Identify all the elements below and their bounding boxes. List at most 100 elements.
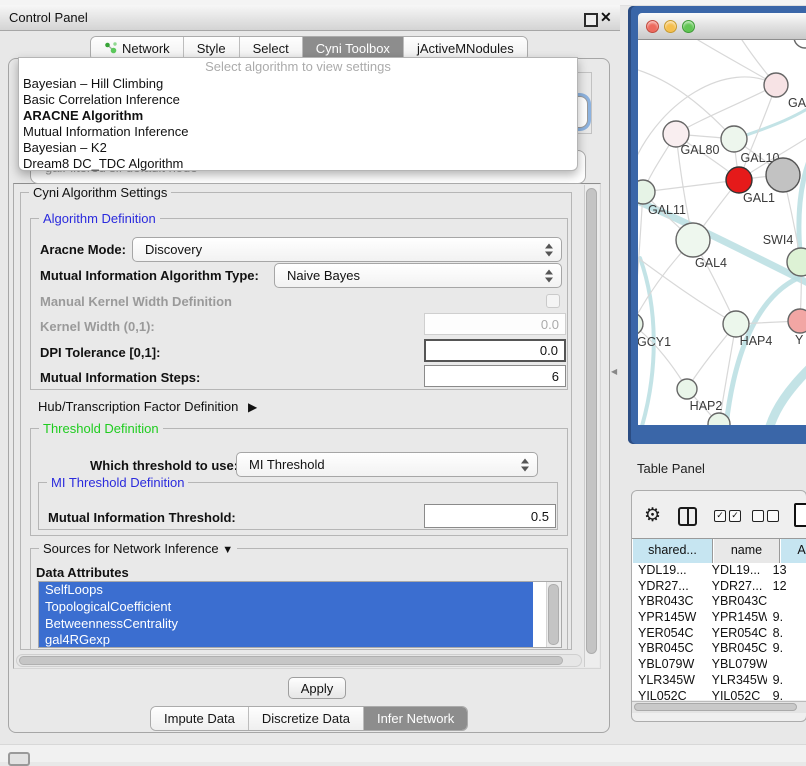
- table-cell: YLR345W: [706, 673, 767, 689]
- expanded-arrow-icon[interactable]: ▼: [222, 544, 233, 556]
- algorithm-option[interactable]: Bayesian – K2: [19, 140, 577, 156]
- unchecked-checkbox-icon[interactable]: [752, 510, 764, 522]
- which-threshold-label: Which threshold to use:: [90, 458, 238, 473]
- network-canvas[interactable]: GALGAL80GAL10GAL1GAL11GAL4SWI4GCY1HAP4YH…: [638, 40, 806, 425]
- minimized-panel-icon[interactable]: [8, 752, 30, 766]
- network-edge: [643, 180, 739, 192]
- table-cell: 9.: [767, 673, 806, 689]
- sources-group-title[interactable]: Sources for Network Inference ▼: [39, 541, 237, 556]
- network-node-y[interactable]: [788, 309, 806, 333]
- columns-icon[interactable]: [678, 507, 697, 526]
- kernel-width-label: Kernel Width (0,1):: [40, 319, 155, 334]
- table-row[interactable]: YIL052CYIL052C9.: [632, 689, 806, 701]
- tab-discretize-data[interactable]: Discretize Data: [249, 707, 364, 730]
- tab-infer-network[interactable]: Infer Network: [364, 707, 467, 730]
- column-header-a[interactable]: A: [780, 539, 806, 563]
- network-window-titlebar[interactable]: [638, 13, 806, 40]
- network-edge: [726, 278, 798, 425]
- combo-stepper-icon: [545, 243, 554, 256]
- table-row[interactable]: YLR345WYLR345W9.: [632, 673, 806, 689]
- attributes-scrollbar-thumb[interactable]: [548, 584, 559, 645]
- table-row[interactable]: YBL079WYBL079W: [632, 657, 806, 673]
- algorithm-option[interactable]: Bayesian – Hill Climbing: [19, 76, 577, 92]
- network-node-gal11[interactable]: [638, 180, 655, 204]
- table-hscrollbar-thumb[interactable]: [634, 703, 797, 711]
- float-window-icon[interactable]: [584, 13, 598, 27]
- table-row[interactable]: YDR27...YDR27...12: [632, 579, 806, 595]
- node-label: Y: [795, 333, 804, 347]
- table-row[interactable]: YER054CYER054C8.: [632, 626, 806, 642]
- algorithm-option[interactable]: Basic Correlation Inference: [19, 92, 577, 108]
- attribute-list-item[interactable]: TopologicalCoefficient: [39, 599, 533, 616]
- horizontal-scrollbar-thumb[interactable]: [19, 656, 563, 665]
- algorithm-option[interactable]: Dream8 DC_TDC Algorithm: [19, 156, 577, 172]
- network-node-gal[interactable]: [764, 73, 788, 97]
- attribute-list-item[interactable]: SelfLoops: [39, 582, 533, 599]
- table-cell: YIL052C: [706, 689, 767, 701]
- tab-label: Style: [197, 41, 226, 56]
- node-label: GAL11: [648, 203, 686, 217]
- table-cell: 12: [767, 579, 806, 595]
- tab-label: jActiveMNodules: [417, 41, 514, 56]
- dpi-tolerance-field[interactable]: [424, 339, 566, 362]
- table-cell: YBR045C: [706, 641, 767, 657]
- close-button[interactable]: [646, 20, 659, 33]
- zoom-button[interactable]: [682, 20, 695, 33]
- kernel-width-field[interactable]: [424, 313, 566, 335]
- splitter-collapse-icon[interactable]: ◀: [611, 367, 617, 376]
- checked-checkbox-icon[interactable]: ✓: [714, 510, 726, 522]
- aracne-mode-combobox[interactable]: Discovery: [132, 237, 562, 262]
- which-threshold-combobox[interactable]: MI Threshold: [236, 452, 538, 477]
- attribute-list-item[interactable]: BetweennessCentrality: [39, 616, 533, 633]
- mi-algorithm-type-combobox[interactable]: Naive Bayes: [274, 263, 562, 288]
- table-row[interactable]: YBR043CYBR043C: [632, 594, 806, 610]
- unchecked-checkbox-icon[interactable]: [767, 510, 779, 522]
- tab-label: Select: [253, 41, 289, 56]
- close-icon[interactable]: ✕: [600, 9, 612, 26]
- collapsed-arrow-icon[interactable]: ▶: [248, 400, 257, 414]
- node-label: HAP4: [740, 334, 773, 348]
- column-header-shared[interactable]: shared...: [632, 539, 713, 563]
- network-node-gal1[interactable]: [726, 167, 752, 193]
- tab-label: Discretize Data: [262, 711, 350, 726]
- table-row[interactable]: YBR045CYBR045C9.: [632, 641, 806, 657]
- algorithm-option[interactable]: Mutual Information Inference: [19, 124, 577, 140]
- hub-definition-label: Hub/Transcription Factor Definition: [38, 399, 238, 414]
- algorithm-option[interactable]: ARACNE Algorithm: [19, 108, 577, 124]
- apply-button[interactable]: Apply: [288, 677, 346, 699]
- network-node-hap2[interactable]: [677, 379, 697, 399]
- network-node[interactable]: [794, 40, 806, 48]
- table-cell: [767, 594, 806, 610]
- threshold-definition-title: Threshold Definition: [39, 421, 163, 436]
- manual-kernel-width-checkbox[interactable]: [546, 294, 560, 308]
- table-row[interactable]: YDL19...YDL19...13: [632, 563, 806, 579]
- mi-steps-field[interactable]: [424, 365, 566, 387]
- tab-impute-data[interactable]: Impute Data: [151, 707, 249, 730]
- data-attributes-list[interactable]: SelfLoopsTopologicalCoefficientBetweenne…: [38, 581, 562, 648]
- vertical-scrollbar-thumb[interactable]: [586, 188, 597, 654]
- checked-checkbox-icon[interactable]: ✓: [729, 510, 741, 522]
- table-cell: YDR27...: [706, 579, 767, 595]
- network-edge: [638, 324, 687, 389]
- sources-title-text: Sources for Network Inference: [43, 541, 219, 556]
- hub-definition-toggle[interactable]: Hub/Transcription Factor Definition ▶: [38, 399, 257, 414]
- minimize-button[interactable]: [664, 20, 677, 33]
- mi-threshold-field[interactable]: [424, 504, 556, 528]
- table-cell: YLR345W: [632, 673, 706, 689]
- table-cell: 9.: [767, 689, 806, 701]
- algorithm-dropdown-placeholder: Select algorithm to view settings: [19, 58, 577, 76]
- network-node-gal4[interactable]: [676, 223, 710, 257]
- network-node-gal10[interactable]: [721, 126, 747, 152]
- table-row[interactable]: YPR145WYPR145W9.: [632, 610, 806, 626]
- network-node[interactable]: [766, 158, 800, 192]
- attribute-list-item[interactable]: gal4RGexp: [39, 632, 533, 648]
- table-cell: YBL079W: [632, 657, 706, 673]
- table-cell: 9.: [767, 610, 806, 626]
- table-cell: YBR045C: [632, 641, 706, 657]
- node-label: HAP2: [690, 399, 723, 413]
- control-panel-title: Control Panel: [9, 10, 88, 25]
- gear-icon[interactable]: ⚙: [644, 504, 661, 527]
- page-icon[interactable]: [794, 503, 806, 527]
- column-header-name[interactable]: name: [713, 539, 780, 563]
- node-label: GCY1: [638, 335, 671, 349]
